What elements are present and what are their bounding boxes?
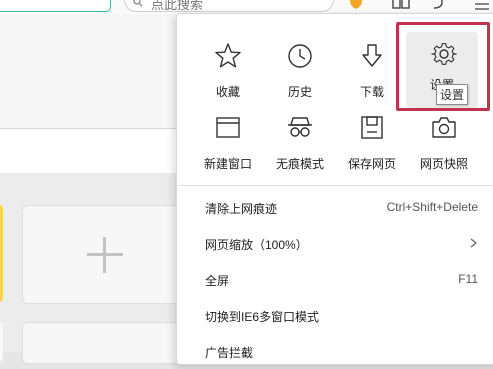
search-placeholder: 点此搜索 bbox=[151, 0, 204, 12]
menu-snapshot-button[interactable]: 网页快照 bbox=[408, 114, 480, 184]
menu-history-label: 历史 bbox=[287, 85, 312, 99]
menu-incognito-button[interactable]: 无痕模式 bbox=[264, 114, 336, 184]
address-bar[interactable] bbox=[0, 0, 111, 12]
save-page-icon bbox=[361, 116, 383, 139]
menu-fullscreen-item[interactable]: 全屏 F11 bbox=[177, 263, 493, 297]
menu-save-page-button[interactable]: 保存网页 bbox=[336, 114, 408, 184]
menu-clear-traces-label: 清除上网痕迹 bbox=[205, 202, 278, 216]
menu-zoom-label: 网页缩放（100%） bbox=[205, 238, 308, 252]
speed-dial-tile[interactable] bbox=[0, 322, 3, 362]
menu-adblock-item[interactable]: 广告拦截 bbox=[177, 335, 493, 369]
menu-snapshot-label: 网页快照 bbox=[419, 157, 468, 171]
reader-mode-icon[interactable] bbox=[392, 0, 410, 9]
download-icon bbox=[362, 44, 382, 67]
menu-save-page-label: 保存网页 bbox=[347, 157, 396, 171]
menu-divider bbox=[176, 185, 493, 186]
clock-icon bbox=[288, 44, 312, 68]
menu-clear-traces-item[interactable]: 清除上网痕迹 Ctrl+Shift+Delete bbox=[177, 191, 493, 225]
search-icon bbox=[133, 0, 143, 7]
add-speed-dial-tile[interactable] bbox=[22, 205, 187, 304]
menu-ie6-mode-item[interactable]: 切换到IE6多窗口模式 bbox=[177, 299, 493, 333]
menu-zoom-item[interactable]: 网页缩放（100%） bbox=[177, 227, 493, 261]
menu-fullscreen-shortcut: F11 bbox=[458, 272, 478, 286]
incognito-glasses-icon bbox=[288, 117, 312, 137]
menu-ie6-mode-label: 切换到IE6多窗口模式 bbox=[205, 310, 320, 324]
speed-dial-tile[interactable] bbox=[22, 322, 187, 364]
menu-clear-traces-shortcut: Ctrl+Shift+Delete bbox=[386, 200, 478, 214]
undo-icon[interactable] bbox=[428, 0, 446, 9]
menu-button-icon[interactable] bbox=[471, 0, 493, 14]
chevron-right-icon bbox=[470, 238, 477, 248]
menu-new-window-label: 新建窗口 bbox=[203, 157, 252, 171]
shield-icon[interactable] bbox=[349, 0, 363, 9]
menu-favorites-label: 收藏 bbox=[215, 85, 240, 99]
speed-dial-tile[interactable] bbox=[0, 205, 3, 302]
new-window-icon bbox=[216, 117, 240, 138]
menu-history-button[interactable]: 历史 bbox=[264, 42, 336, 112]
menu-favorites-button[interactable]: 收藏 bbox=[192, 42, 264, 112]
plus-icon bbox=[103, 237, 106, 273]
camera-icon bbox=[432, 117, 456, 138]
search-box[interactable]: 点此搜索 bbox=[124, 0, 334, 12]
menu-fullscreen-label: 全屏 bbox=[205, 274, 230, 288]
menu-adblock-label: 广告拦截 bbox=[205, 346, 254, 360]
menu-incognito-label: 无痕模式 bbox=[275, 157, 324, 171]
star-icon bbox=[215, 43, 241, 68]
menu-new-window-button[interactable]: 新建窗口 bbox=[192, 114, 264, 184]
settings-tooltip: 设置 bbox=[436, 84, 469, 105]
